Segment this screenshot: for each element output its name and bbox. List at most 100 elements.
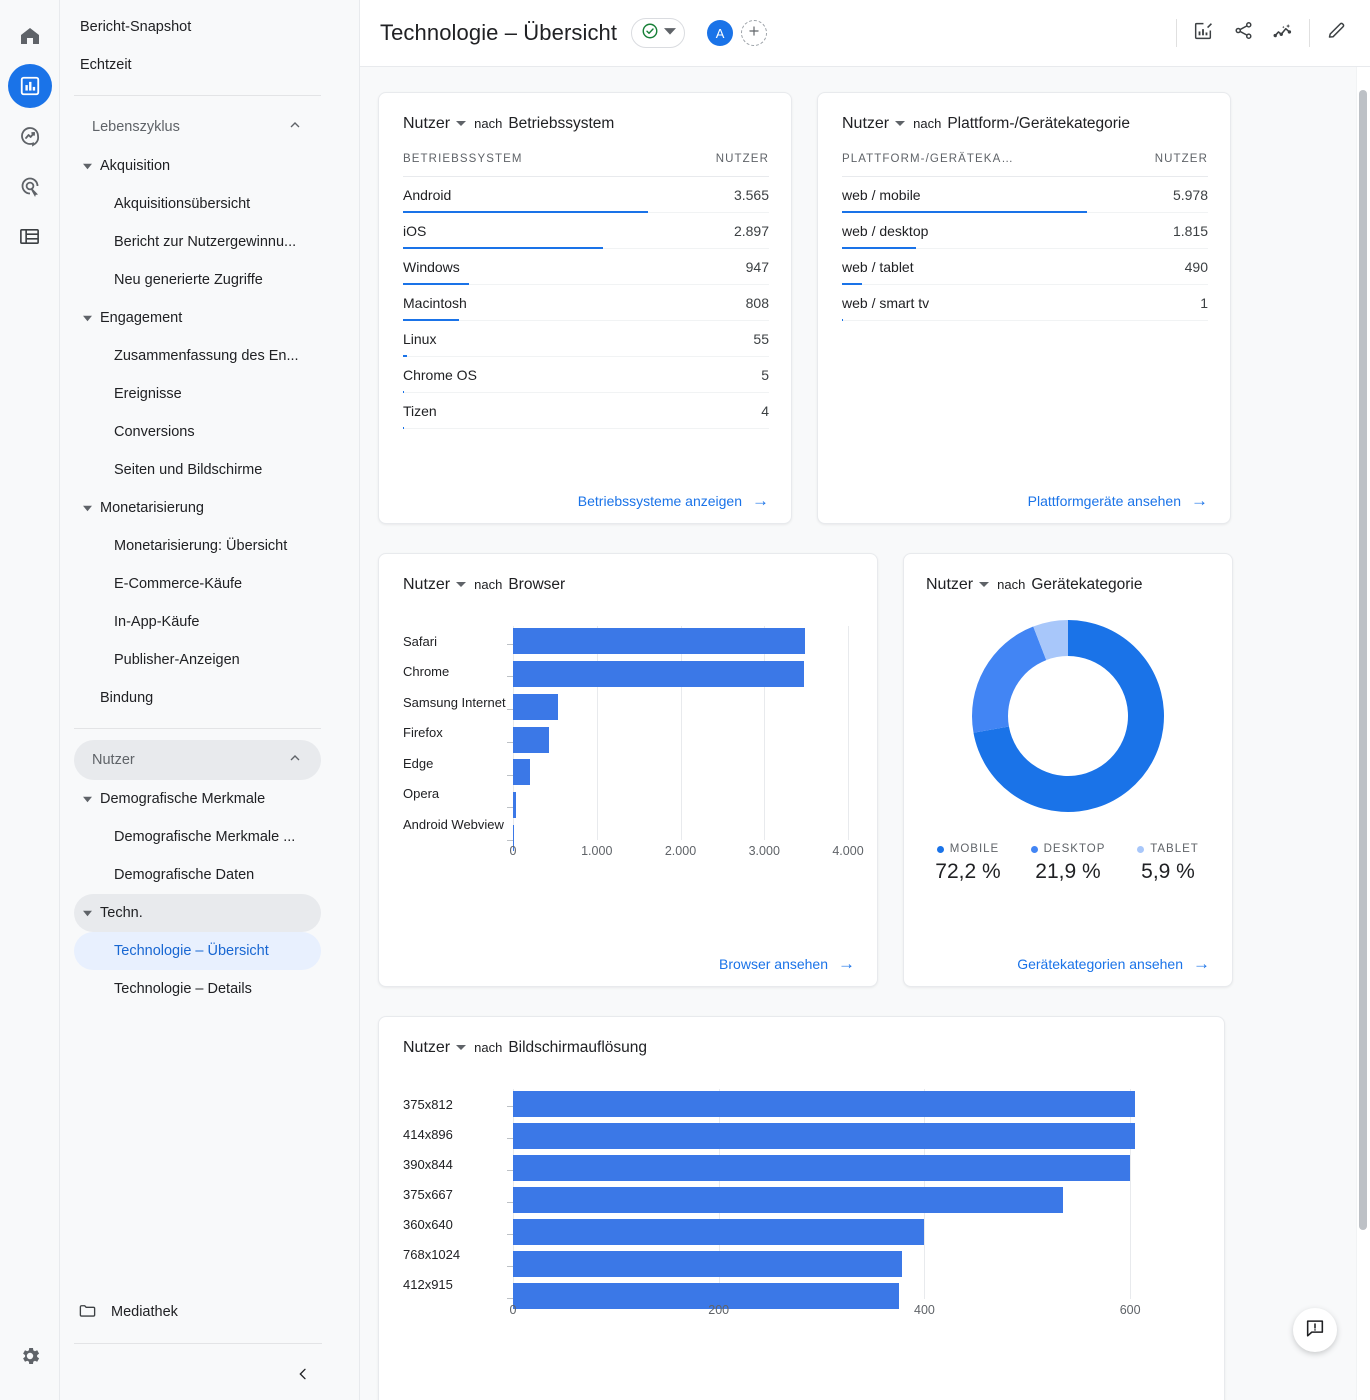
chart-bar-row[interactable] [507,726,855,758]
chart-bar[interactable] [513,1187,1064,1213]
donut-slice[interactable] [972,626,1047,733]
chart-bar-row[interactable] [507,1123,1202,1153]
share-button[interactable] [1223,13,1263,53]
chart-bar[interactable] [513,1155,1131,1181]
metric-label: Nutzer [926,576,974,593]
sidebar-group-demografische-merkmale[interactable]: Demografische Merkmale [74,780,321,818]
sidebar-item-demografische-daten[interactable]: Demografische Daten [74,856,321,894]
chart-bar[interactable] [513,693,559,720]
metric-selector[interactable]: Nutzer [842,115,906,133]
table-row[interactable]: web / desktop 1.815 [842,213,1208,249]
sidebar-item-monetarisierung-uebersicht[interactable]: Monetarisierung: Übersicht [74,527,321,565]
metric-selector[interactable]: Nutzer [403,1039,467,1057]
legend-item[interactable]: TABLET 5,9 % [1118,843,1218,884]
sidebar-item-label: Zusammenfassung des En... [114,348,299,364]
legend-item[interactable]: MOBILE 72,2 % [918,843,1018,884]
chart-bar[interactable] [513,1251,902,1277]
folder-icon [78,1301,97,1324]
compare-button[interactable] [1263,13,1303,53]
table-row[interactable]: web / smart tv 1 [842,285,1208,321]
table-row[interactable]: Tizen 4 [403,393,769,429]
page-title: Technologie – Übersicht [380,20,618,45]
edit-button[interactable] [1316,13,1356,53]
feedback-button[interactable] [1293,1308,1337,1352]
sidebar-section-lifecycle[interactable]: Lebenszyklus [74,107,321,147]
table-row[interactable]: iOS 2.897 [403,213,769,249]
chart-bar-row[interactable] [507,759,855,790]
chart-bar[interactable] [513,792,516,818]
platform-card-link[interactable]: Plattformgeräte ansehen → [842,478,1208,509]
insights-button[interactable] [1183,13,1223,53]
sidebar-item-neue-zugriffe[interactable]: Neu generierte Zugriffe [74,261,321,299]
sidebar-group-monetarisierung[interactable]: Monetarisierung [74,489,321,527]
sidebar-item-inapp-kaeufe[interactable]: In-App-Käufe [74,603,321,641]
sidebar-item-ereignisse[interactable]: Ereignisse [74,375,321,413]
device-card-link[interactable]: Gerätekategorien ansehen → [926,941,1210,972]
legend-item[interactable]: DESKTOP 21,9 % [1018,843,1118,884]
sidebar-item-technologie-uebersicht[interactable]: Technologie – Übersicht [74,932,321,970]
table-header: BETRIEBSSYSTEM NUTZER [403,153,769,177]
chart-bar-row[interactable] [507,1187,1202,1217]
chart-bar[interactable] [513,1123,1136,1149]
vertical-scrollbar[interactable] [1359,90,1367,1230]
chart-bar[interactable] [513,726,549,753]
table-row[interactable]: Android 3.565 [403,177,769,213]
sidebar-collapse-button[interactable] [289,1362,317,1390]
sidebar-item-library[interactable]: Mediathek [60,1293,359,1331]
sidebar-item-report-snapshot[interactable]: Bericht-Snapshot [60,8,345,46]
add-user-button[interactable] [741,20,768,46]
sidebar-item-engagement-zusammenfassung[interactable]: Zusammenfassung des En... [74,337,321,375]
chart-bar[interactable] [513,759,530,786]
table-row[interactable]: Macintosh 808 [403,285,769,321]
chart-bar-row[interactable] [507,1155,1202,1185]
sidebar-group-engagement[interactable]: Engagement [74,299,321,337]
sidebar-item-akquisitionsuebersicht[interactable]: Akquisitionsübersicht [74,185,321,223]
sidebar-item-realtime[interactable]: Echtzeit [60,46,345,84]
rail-item-configure[interactable] [8,214,52,258]
sidebar-library-section: Mediathek [60,1293,359,1344]
rail-item-advertising[interactable] [8,164,52,208]
chart-bar[interactable] [513,628,806,655]
os-card-link[interactable]: Betriebssysteme anzeigen → [403,478,769,509]
sidebar-item-ecommerce-kaeufe[interactable]: E-Commerce-Käufe [74,565,321,603]
chart-bar-row[interactable] [507,1219,1202,1249]
table-row[interactable]: Linux 55 [403,321,769,357]
table-row[interactable]: web / tablet 490 [842,249,1208,285]
table-row[interactable]: web / mobile 5.978 [842,177,1208,213]
chart-bar[interactable] [513,1219,925,1245]
metric-selector[interactable]: Nutzer [926,576,990,594]
chart-bar-row[interactable] [507,693,855,725]
sidebar-group-akquisition[interactable]: Akquisition [74,147,321,185]
metric-selector[interactable]: Nutzer [403,115,467,133]
rail-item-admin[interactable] [8,1334,52,1378]
sidebar-item-technologie-details[interactable]: Technologie – Details [74,970,321,1008]
chart-bar-row[interactable] [507,1251,1202,1281]
browser-card-link[interactable]: Browser ansehen → [403,941,855,972]
chart-bar-row[interactable] [507,1091,1202,1121]
sidebar-group-bindung[interactable]: Bindung [74,679,321,717]
sidebar-item-seiten-bildschirme[interactable]: Seiten und Bildschirme [74,451,321,489]
rail-item-home[interactable] [8,14,52,58]
caret-down-icon [78,909,96,918]
chart-bar[interactable] [513,1091,1136,1117]
rail-item-explore[interactable] [8,114,52,158]
rail-item-reports[interactable] [7,64,52,108]
sidebar-section-users[interactable]: Nutzer [74,740,321,780]
table-row[interactable]: Chrome OS 5 [403,357,769,393]
sidebar-item-demografische-merkmale-uebersicht[interactable]: Demografische Merkmale ... [74,818,321,856]
sidebar-group-techn[interactable]: Techn. [74,894,321,932]
chart-xtick-label: 0 [509,1303,517,1317]
row-value: 1.815 [1172,223,1208,239]
chart-bar-row[interactable] [507,792,855,823]
chart-bar[interactable] [513,661,805,687]
sidebar-item-conversions[interactable]: Conversions [74,413,321,451]
status-badge[interactable] [631,18,686,48]
table-row[interactable]: Windows 947 [403,249,769,285]
sidebar-item-publisher-anzeigen[interactable]: Publisher-Anzeigen [74,641,321,679]
avatar[interactable]: A [707,20,734,46]
chart-bar-row[interactable] [507,661,855,692]
sidebar-item-nutzergewinnung[interactable]: Bericht zur Nutzergewinnu... [74,223,321,261]
metric-selector[interactable]: Nutzer [403,576,467,594]
table-body: web / mobile 5.978 web / desktop 1.815 web /… [842,177,1208,321]
chart-bar-row[interactable] [507,628,855,659]
